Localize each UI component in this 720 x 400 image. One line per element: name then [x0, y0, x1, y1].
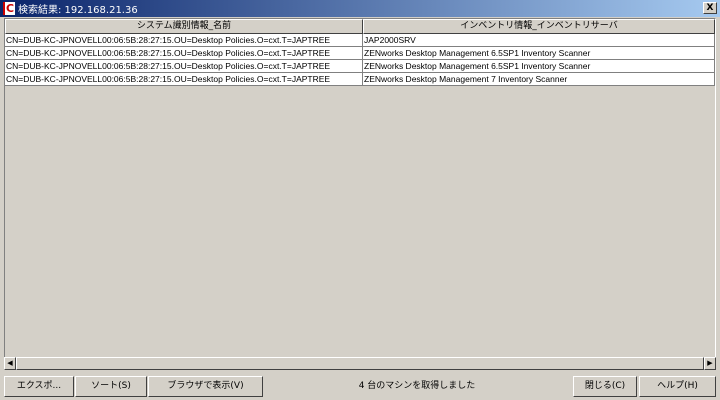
cell-inventory-server: ZENworks Desktop Management 6.5SP1 Inven…	[363, 60, 715, 73]
scroll-right-icon[interactable]: ▶	[704, 357, 716, 370]
cell-name: CN=DUB-KC-JPNOVELL00:06:5B:28:27:15.OU=D…	[5, 73, 363, 86]
table-row[interactable]: CN=DUB-KC-JPNOVELL00:06:5B:28:27:15.OU=D…	[5, 73, 715, 86]
export-button[interactable]: エクスポ...	[4, 376, 74, 397]
cell-name: CN=DUB-KC-JPNOVELL00:06:5B:28:27:15.OU=D…	[5, 47, 363, 60]
table-row[interactable]: CN=DUB-KC-JPNOVELL00:06:5B:28:27:15.OU=D…	[5, 60, 715, 73]
horizontal-scrollbar[interactable]: ◀ ▶	[4, 357, 716, 370]
cell-inventory-server: ZENworks Desktop Management 6.5SP1 Inven…	[363, 47, 715, 60]
help-button[interactable]: ヘルプ(H)	[639, 376, 716, 397]
scroll-thumb[interactable]	[16, 357, 704, 370]
status-text: 4 台のマシンを取得しました	[358, 381, 476, 391]
view-in-browser-button[interactable]: ブラウザで表示(V)	[148, 376, 263, 397]
cell-name: CN=DUB-KC-JPNOVELL00:06:5B:28:27:15.OU=D…	[5, 60, 363, 73]
close-window-button[interactable]: X	[703, 2, 717, 14]
table-row[interactable]: CN=DUB-KC-JPNOVELL00:06:5B:28:27:15.OU=D…	[5, 47, 715, 60]
results-table: システム識別情報_名前 インベントリ情報_インベントリサーバ CN=DUB-KC…	[4, 18, 716, 358]
app-icon: C	[3, 2, 15, 15]
column-header-inventory-server[interactable]: インベントリ情報_インベントリサーバ	[363, 19, 715, 34]
table-row[interactable]: CN=DUB-KC-JPNOVELL00:06:5B:28:27:15.OU=D…	[5, 34, 715, 47]
close-button[interactable]: 閉じる(C)	[573, 376, 637, 397]
scroll-left-icon[interactable]: ◀	[4, 357, 16, 370]
window-title: 検索結果: 192.168.21.36	[18, 5, 138, 16]
cell-inventory-server: JAP2000SRV	[363, 34, 715, 47]
sort-button[interactable]: ソート(S)	[75, 376, 147, 397]
table-header: システム識別情報_名前 インベントリ情報_インベントリサーバ	[5, 19, 715, 34]
cell-name: CN=DUB-KC-JPNOVELL00:06:5B:28:27:15.OU=D…	[5, 34, 363, 47]
column-header-name[interactable]: システム識別情報_名前	[5, 19, 363, 34]
title-bar: C 検索結果: 192.168.21.36 X	[0, 0, 720, 17]
cell-inventory-server: ZENworks Desktop Management 7 Inventory …	[363, 73, 715, 86]
